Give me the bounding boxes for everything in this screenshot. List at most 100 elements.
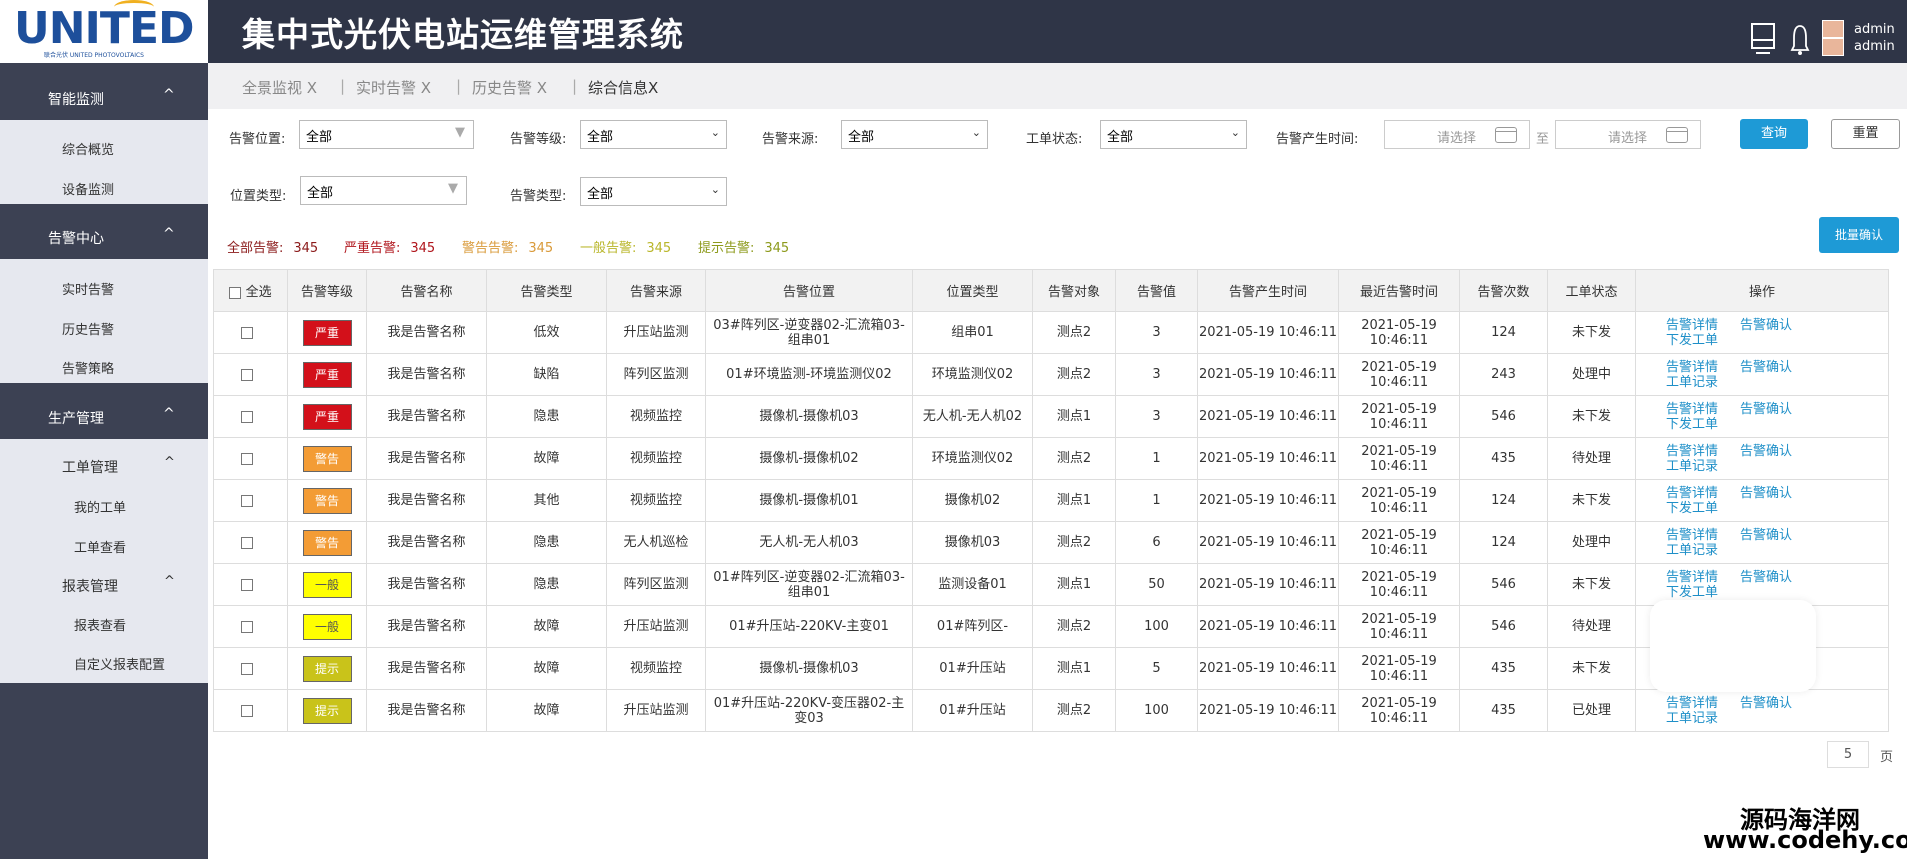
alarm-type-select[interactable]: 全部 ⌄ (580, 177, 727, 206)
alarm-level-select[interactable]: 全部 ⌄ (580, 120, 727, 149)
row-checkbox[interactable] (241, 662, 253, 675)
row-checkbox[interactable] (241, 326, 253, 339)
alarm-detail-link[interactable]: 告警详情 (1666, 444, 1740, 459)
chevron-up-icon[interactable]: ^ (164, 455, 175, 470)
tab-history-alarm[interactable]: 历史告警 X (472, 77, 547, 98)
work-order-link[interactable]: 工单记录 (1666, 543, 1746, 558)
work-order-link[interactable]: 下发工单 (1666, 417, 1746, 432)
row-select-cell[interactable] (213, 563, 288, 606)
sidebar-item-device-monitor[interactable]: 设备监测 (62, 179, 114, 198)
start-date-picker[interactable]: 请选择 (1384, 120, 1530, 149)
select-value: 全部 (587, 130, 614, 145)
sidebar-item-custom-report[interactable]: 自定义报表配置 (74, 654, 165, 673)
work-order-link[interactable]: 工单记录 (1666, 711, 1746, 726)
row-checkbox[interactable] (241, 578, 253, 591)
chevron-up-icon[interactable]: ^ (164, 574, 175, 589)
alarm-confirm-link[interactable]: 告警确认 (1740, 570, 1814, 585)
summary-item[interactable]: 一般告警: 345 (580, 237, 671, 256)
alarm-confirm-link[interactable]: 告警确认 (1740, 696, 1814, 711)
summary-item[interactable]: 提示告警: 345 (698, 237, 789, 256)
sidebar-group-production[interactable]: 生产管理 ^ (0, 394, 208, 439)
sidebar-item-report-view[interactable]: 报表查看 (74, 615, 126, 634)
row-select-cell[interactable] (213, 689, 288, 732)
row-checkbox[interactable] (241, 410, 253, 423)
alarm-detail-link[interactable]: 告警详情 (1666, 318, 1740, 333)
summary-item[interactable]: 警告告警: 345 (462, 237, 553, 256)
monitor-icon[interactable] (1750, 22, 1776, 56)
sidebar-group-alarm[interactable]: 告警中心 ^ (0, 214, 208, 259)
tab-panorama[interactable]: 全景监视 X (242, 77, 317, 98)
order-status-select[interactable]: 全部 ⌄ (1100, 120, 1247, 149)
location-type-select[interactable]: 全部 ▼ (300, 176, 467, 205)
sidebar-subgroup-report[interactable]: 报表管理 (62, 576, 118, 596)
alarm-source-select[interactable]: 全部 ⌄ (841, 120, 988, 149)
row-checkbox[interactable] (241, 494, 253, 507)
location-type-cell: 组串01 (912, 311, 1033, 354)
batch-confirm-button[interactable]: 批量确认 (1819, 217, 1899, 253)
tab-realtime-alarm[interactable]: 实时告警 X (356, 77, 431, 98)
recent-time-cell: 2021-05-19 10:46:11 (1338, 689, 1460, 732)
work-order-link[interactable]: 下发工单 (1666, 585, 1746, 600)
row-select-cell[interactable] (213, 437, 288, 480)
alarm-confirm-link[interactable]: 告警确认 (1740, 486, 1814, 501)
summary-label: 提示告警: (698, 241, 755, 256)
sidebar-item-alarm-policy[interactable]: 告警策略 (62, 358, 114, 377)
row-select-cell[interactable] (213, 311, 288, 354)
sidebar-subgroup-workorder[interactable]: 工单管理 (62, 457, 118, 477)
row-select-cell[interactable] (213, 353, 288, 396)
alarm-detail-link[interactable]: 告警详情 (1666, 696, 1740, 711)
alarm-detail-link[interactable]: 告警详情 (1666, 486, 1740, 501)
work-order-link[interactable]: 下发工单 (1666, 501, 1746, 516)
work-order-link[interactable]: 工单记录 (1666, 459, 1746, 474)
alarm-location-select[interactable]: 全部 ▼ (299, 120, 474, 149)
row-select-cell[interactable] (213, 605, 288, 648)
alarm-level-badge: 提示 (302, 655, 352, 682)
column-header: 告警对象 (1032, 269, 1116, 312)
alarm-detail-link[interactable]: 告警详情 (1666, 528, 1740, 543)
row-checkbox[interactable] (241, 620, 253, 633)
alarm-level-cell: 提示 (287, 689, 367, 732)
tab-comprehensive[interactable]: 综合信息X (588, 77, 658, 98)
alarm-detail-link[interactable]: 告警详情 (1666, 360, 1740, 375)
sidebar-item-overview[interactable]: 综合概览 (62, 139, 114, 158)
row-select-cell[interactable] (213, 395, 288, 438)
alarm-confirm-link[interactable]: 告警确认 (1740, 444, 1814, 459)
row-checkbox[interactable] (241, 536, 253, 549)
table-row: 警告 我是告警名称 故障 视频监控 摄像机-摄像机02 环境监测仪02 测点2 1 2021-0… (213, 437, 1889, 480)
row-select-cell[interactable] (213, 521, 288, 564)
alarm-confirm-link[interactable]: 告警确认 (1740, 318, 1814, 333)
summary-item[interactable]: 严重告警: 345 (344, 237, 435, 256)
work-order-link[interactable]: 下发工单 (1666, 333, 1746, 348)
sidebar-item-order-view[interactable]: 工单查看 (74, 537, 126, 556)
sidebar-group-monitor[interactable]: 智能监测 ^ (0, 75, 208, 120)
alarm-count-cell: 124 (1459, 521, 1548, 564)
sidebar-item-realtime-alarm[interactable]: 实时告警 (62, 279, 114, 298)
bell-icon[interactable] (1790, 22, 1810, 58)
alarm-confirm-link[interactable]: 告警确认 (1740, 528, 1814, 543)
row-checkbox[interactable] (241, 368, 253, 381)
alarm-detail-link[interactable]: 告警详情 (1666, 402, 1740, 417)
select-all-header[interactable]: 全选 (213, 269, 288, 312)
end-date-picker[interactable]: 请选择 (1555, 120, 1701, 149)
row-checkbox[interactable] (241, 452, 253, 465)
row-checkbox[interactable] (241, 704, 253, 717)
summary-item[interactable]: 全部告警: 345 (227, 237, 318, 256)
recent-time-cell: 2021-05-19 10:46:11 (1338, 521, 1460, 564)
avatar[interactable] (1822, 38, 1844, 56)
username[interactable]: admin (1854, 39, 1895, 54)
sidebar-item-my-orders[interactable]: 我的工单 (74, 497, 126, 516)
alarm-confirm-link[interactable]: 告警确认 (1740, 402, 1814, 417)
username[interactable]: admin (1854, 22, 1895, 37)
work-order-link[interactable]: 工单记录 (1666, 375, 1746, 390)
created-time-cell: 2021-05-19 10:46:11 (1197, 395, 1339, 438)
reset-button[interactable]: 重置 (1831, 119, 1900, 149)
row-select-cell[interactable] (213, 479, 288, 522)
alarm-confirm-link[interactable]: 告警确认 (1740, 360, 1814, 375)
sidebar-item-history-alarm[interactable]: 历史告警 (62, 319, 114, 338)
select-all-checkbox[interactable] (229, 286, 242, 299)
alarm-detail-link[interactable]: 告警详情 (1666, 570, 1740, 585)
query-button[interactable]: 查询 (1740, 119, 1808, 149)
avatar[interactable] (1822, 20, 1844, 38)
row-select-cell[interactable] (213, 647, 288, 690)
page-input[interactable]: 5 (1827, 741, 1869, 768)
